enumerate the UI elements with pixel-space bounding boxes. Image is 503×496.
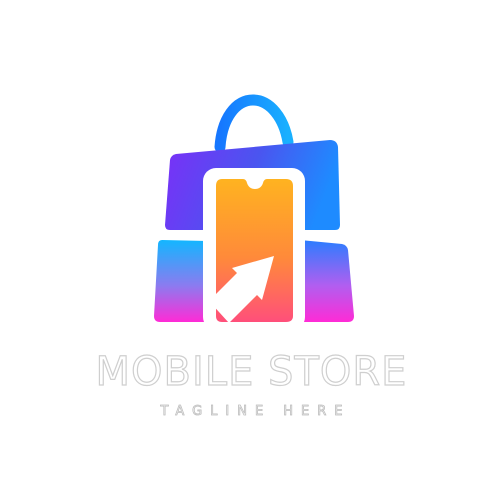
shopping-bag-with-phone-and-arrow-icon: [154, 94, 354, 330]
logo: MOBILE STORE TAGLINE HERE: [0, 0, 503, 496]
bag-bottom-left-panel: [154, 240, 208, 322]
bag-bottom-right-panel: [300, 240, 354, 322]
bag-handle: [214, 94, 294, 153]
tagline: TAGLINE HERE: [160, 404, 351, 419]
brand-name: MOBILE STORE: [95, 349, 408, 395]
